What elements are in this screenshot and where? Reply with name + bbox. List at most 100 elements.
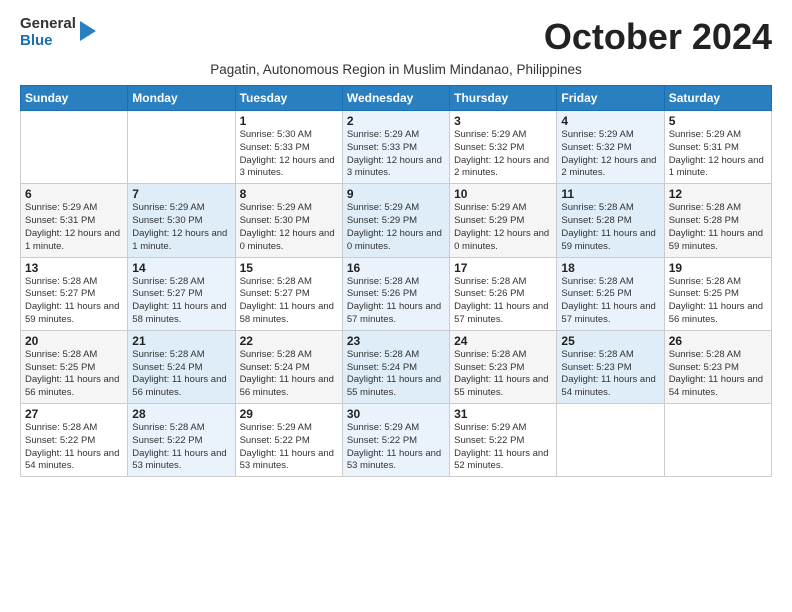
day-number: 8	[240, 187, 338, 201]
calendar-table: SundayMondayTuesdayWednesdayThursdayFrid…	[20, 85, 772, 477]
calendar-header: SundayMondayTuesdayWednesdayThursdayFrid…	[21, 86, 772, 111]
page: General Blue October 2024 Pagatin, Auton…	[0, 0, 792, 487]
day-cell: 30Sunrise: 5:29 AM Sunset: 5:22 PM Dayli…	[342, 404, 449, 477]
day-number: 27	[25, 407, 123, 421]
day-number: 25	[561, 334, 659, 348]
day-info: Sunrise: 5:28 AM Sunset: 5:27 PM Dayligh…	[25, 276, 123, 327]
day-info: Sunrise: 5:29 AM Sunset: 5:33 PM Dayligh…	[347, 129, 445, 180]
day-number: 30	[347, 407, 445, 421]
logo-text: General Blue	[20, 16, 76, 49]
day-cell: 25Sunrise: 5:28 AM Sunset: 5:23 PM Dayli…	[557, 330, 664, 403]
day-cell: 6Sunrise: 5:29 AM Sunset: 5:31 PM Daylig…	[21, 184, 128, 257]
day-info: Sunrise: 5:29 AM Sunset: 5:30 PM Dayligh…	[240, 202, 338, 253]
day-cell: 28Sunrise: 5:28 AM Sunset: 5:22 PM Dayli…	[128, 404, 235, 477]
day-info: Sunrise: 5:29 AM Sunset: 5:22 PM Dayligh…	[347, 422, 445, 473]
day-cell: 19Sunrise: 5:28 AM Sunset: 5:25 PM Dayli…	[664, 257, 771, 330]
day-info: Sunrise: 5:29 AM Sunset: 5:22 PM Dayligh…	[240, 422, 338, 473]
day-cell: 15Sunrise: 5:28 AM Sunset: 5:27 PM Dayli…	[235, 257, 342, 330]
day-number: 19	[669, 261, 767, 275]
day-cell: 13Sunrise: 5:28 AM Sunset: 5:27 PM Dayli…	[21, 257, 128, 330]
header-cell-thursday: Thursday	[450, 86, 557, 111]
day-info: Sunrise: 5:29 AM Sunset: 5:32 PM Dayligh…	[454, 129, 552, 180]
day-number: 14	[132, 261, 230, 275]
day-info: Sunrise: 5:28 AM Sunset: 5:26 PM Dayligh…	[454, 276, 552, 327]
day-cell: 4Sunrise: 5:29 AM Sunset: 5:32 PM Daylig…	[557, 111, 664, 184]
day-cell: 29Sunrise: 5:29 AM Sunset: 5:22 PM Dayli…	[235, 404, 342, 477]
day-number: 4	[561, 114, 659, 128]
day-info: Sunrise: 5:28 AM Sunset: 5:27 PM Dayligh…	[240, 276, 338, 327]
logo: General Blue	[20, 16, 98, 49]
month-title: October 2024	[544, 16, 772, 58]
header-cell-wednesday: Wednesday	[342, 86, 449, 111]
day-info: Sunrise: 5:29 AM Sunset: 5:29 PM Dayligh…	[454, 202, 552, 253]
day-cell: 5Sunrise: 5:29 AM Sunset: 5:31 PM Daylig…	[664, 111, 771, 184]
day-number: 22	[240, 334, 338, 348]
day-cell: 18Sunrise: 5:28 AM Sunset: 5:25 PM Dayli…	[557, 257, 664, 330]
day-info: Sunrise: 5:28 AM Sunset: 5:26 PM Dayligh…	[347, 276, 445, 327]
day-cell: 23Sunrise: 5:28 AM Sunset: 5:24 PM Dayli…	[342, 330, 449, 403]
day-number: 23	[347, 334, 445, 348]
day-info: Sunrise: 5:28 AM Sunset: 5:23 PM Dayligh…	[561, 349, 659, 400]
header-cell-saturday: Saturday	[664, 86, 771, 111]
day-cell	[664, 404, 771, 477]
day-cell: 2Sunrise: 5:29 AM Sunset: 5:33 PM Daylig…	[342, 111, 449, 184]
day-cell	[128, 111, 235, 184]
day-number: 18	[561, 261, 659, 275]
day-cell: 20Sunrise: 5:28 AM Sunset: 5:25 PM Dayli…	[21, 330, 128, 403]
day-cell: 21Sunrise: 5:28 AM Sunset: 5:24 PM Dayli…	[128, 330, 235, 403]
day-number: 28	[132, 407, 230, 421]
day-number: 24	[454, 334, 552, 348]
day-number: 13	[25, 261, 123, 275]
day-info: Sunrise: 5:28 AM Sunset: 5:22 PM Dayligh…	[25, 422, 123, 473]
logo-line2: Blue	[20, 33, 76, 50]
header-cell-sunday: Sunday	[21, 86, 128, 111]
day-number: 6	[25, 187, 123, 201]
day-info: Sunrise: 5:28 AM Sunset: 5:27 PM Dayligh…	[132, 276, 230, 327]
header: General Blue October 2024	[20, 16, 772, 58]
day-number: 11	[561, 187, 659, 201]
day-number: 2	[347, 114, 445, 128]
header-row: SundayMondayTuesdayWednesdayThursdayFrid…	[21, 86, 772, 111]
day-number: 26	[669, 334, 767, 348]
day-number: 7	[132, 187, 230, 201]
day-info: Sunrise: 5:29 AM Sunset: 5:30 PM Dayligh…	[132, 202, 230, 253]
day-info: Sunrise: 5:29 AM Sunset: 5:22 PM Dayligh…	[454, 422, 552, 473]
day-number: 21	[132, 334, 230, 348]
day-info: Sunrise: 5:28 AM Sunset: 5:24 PM Dayligh…	[347, 349, 445, 400]
day-info: Sunrise: 5:28 AM Sunset: 5:24 PM Dayligh…	[240, 349, 338, 400]
day-number: 31	[454, 407, 552, 421]
week-row-5: 27Sunrise: 5:28 AM Sunset: 5:22 PM Dayli…	[21, 404, 772, 477]
day-number: 29	[240, 407, 338, 421]
header-cell-friday: Friday	[557, 86, 664, 111]
week-row-2: 6Sunrise: 5:29 AM Sunset: 5:31 PM Daylig…	[21, 184, 772, 257]
day-number: 1	[240, 114, 338, 128]
subtitle: Pagatin, Autonomous Region in Muslim Min…	[20, 62, 772, 77]
day-cell: 17Sunrise: 5:28 AM Sunset: 5:26 PM Dayli…	[450, 257, 557, 330]
header-cell-tuesday: Tuesday	[235, 86, 342, 111]
day-info: Sunrise: 5:28 AM Sunset: 5:23 PM Dayligh…	[454, 349, 552, 400]
day-info: Sunrise: 5:29 AM Sunset: 5:31 PM Dayligh…	[669, 129, 767, 180]
day-number: 12	[669, 187, 767, 201]
day-info: Sunrise: 5:28 AM Sunset: 5:25 PM Dayligh…	[561, 276, 659, 327]
day-cell: 26Sunrise: 5:28 AM Sunset: 5:23 PM Dayli…	[664, 330, 771, 403]
logo-line1: General	[20, 16, 76, 33]
week-row-3: 13Sunrise: 5:28 AM Sunset: 5:27 PM Dayli…	[21, 257, 772, 330]
day-cell: 12Sunrise: 5:28 AM Sunset: 5:28 PM Dayli…	[664, 184, 771, 257]
day-number: 15	[240, 261, 338, 275]
day-info: Sunrise: 5:28 AM Sunset: 5:25 PM Dayligh…	[25, 349, 123, 400]
day-cell: 1Sunrise: 5:30 AM Sunset: 5:33 PM Daylig…	[235, 111, 342, 184]
day-info: Sunrise: 5:28 AM Sunset: 5:25 PM Dayligh…	[669, 276, 767, 327]
day-info: Sunrise: 5:28 AM Sunset: 5:24 PM Dayligh…	[132, 349, 230, 400]
day-info: Sunrise: 5:29 AM Sunset: 5:29 PM Dayligh…	[347, 202, 445, 253]
day-cell: 31Sunrise: 5:29 AM Sunset: 5:22 PM Dayli…	[450, 404, 557, 477]
day-info: Sunrise: 5:28 AM Sunset: 5:23 PM Dayligh…	[669, 349, 767, 400]
week-row-4: 20Sunrise: 5:28 AM Sunset: 5:25 PM Dayli…	[21, 330, 772, 403]
day-cell: 9Sunrise: 5:29 AM Sunset: 5:29 PM Daylig…	[342, 184, 449, 257]
day-info: Sunrise: 5:30 AM Sunset: 5:33 PM Dayligh…	[240, 129, 338, 180]
week-row-1: 1Sunrise: 5:30 AM Sunset: 5:33 PM Daylig…	[21, 111, 772, 184]
day-cell: 16Sunrise: 5:28 AM Sunset: 5:26 PM Dayli…	[342, 257, 449, 330]
day-cell: 14Sunrise: 5:28 AM Sunset: 5:27 PM Dayli…	[128, 257, 235, 330]
day-info: Sunrise: 5:28 AM Sunset: 5:22 PM Dayligh…	[132, 422, 230, 473]
day-cell: 11Sunrise: 5:28 AM Sunset: 5:28 PM Dayli…	[557, 184, 664, 257]
header-cell-monday: Monday	[128, 86, 235, 111]
